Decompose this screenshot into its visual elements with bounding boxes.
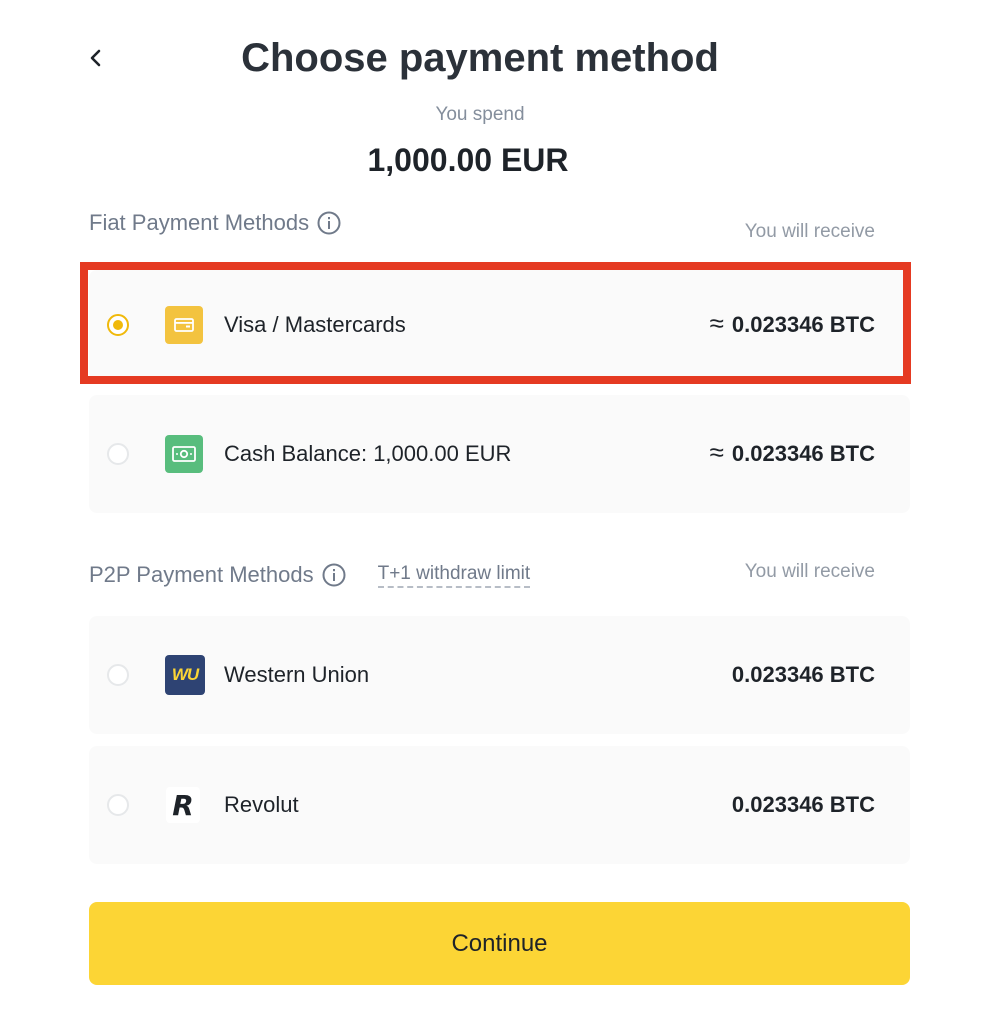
page-title: Choose payment method xyxy=(241,36,719,80)
method-name: Revolut xyxy=(224,792,299,817)
cash-icon xyxy=(165,435,203,473)
approx-symbol: ≈ xyxy=(709,307,724,338)
method-name: Cash Balance: 1,000.00 EUR xyxy=(224,441,512,466)
western-union-logo: WU xyxy=(165,655,205,695)
revolut-logo: R xyxy=(166,787,200,823)
fiat-section-title: Fiat Payment Methods xyxy=(89,210,310,235)
withdraw-limit-link[interactable]: T+1 withdraw limit xyxy=(377,563,531,588)
radio-unselected[interactable] xyxy=(107,794,129,816)
p2p-section-header: P2P Payment Methods T+1 withdraw limit xyxy=(89,562,531,588)
card-icon xyxy=(165,306,203,344)
method-receive-value: 0.023346 BTC xyxy=(731,792,875,817)
radio-selected[interactable] xyxy=(107,314,129,336)
method-revolut[interactable]: R Revolut 0.023346 BTC xyxy=(89,746,910,864)
method-name: Western Union xyxy=(224,662,370,687)
method-western-union[interactable]: WU Western Union 0.023346 BTC xyxy=(89,616,910,734)
p2p-receive-label: You will receive xyxy=(744,561,875,582)
continue-button[interactable]: Continue xyxy=(89,902,910,985)
spend-label: You spend xyxy=(435,104,525,125)
info-icon[interactable] xyxy=(322,563,346,587)
info-icon[interactable] xyxy=(317,211,341,235)
fiat-section-header: Fiat Payment Methods xyxy=(89,210,341,236)
fiat-receive-label: You will receive xyxy=(744,221,875,242)
p2p-section-title: P2P Payment Methods xyxy=(89,562,314,587)
approx-symbol: ≈ xyxy=(709,436,724,467)
spend-amount: 1,000.00 EUR xyxy=(367,142,569,178)
method-visa-mastercard[interactable]: Visa / Mastercards ≈ 0.023346 BTC xyxy=(89,270,910,380)
method-receive-value: 0.023346 BTC xyxy=(731,662,875,687)
method-cash-balance[interactable]: Cash Balance: 1,000.00 EUR ≈ 0.023346 BT… xyxy=(89,395,910,513)
method-name: Visa / Mastercards xyxy=(224,312,406,337)
method-receive-value: ≈ 0.023346 BTC xyxy=(709,436,875,467)
radio-unselected[interactable] xyxy=(107,443,129,465)
radio-unselected[interactable] xyxy=(107,664,129,686)
method-receive-value: ≈ 0.023346 BTC xyxy=(709,307,875,338)
